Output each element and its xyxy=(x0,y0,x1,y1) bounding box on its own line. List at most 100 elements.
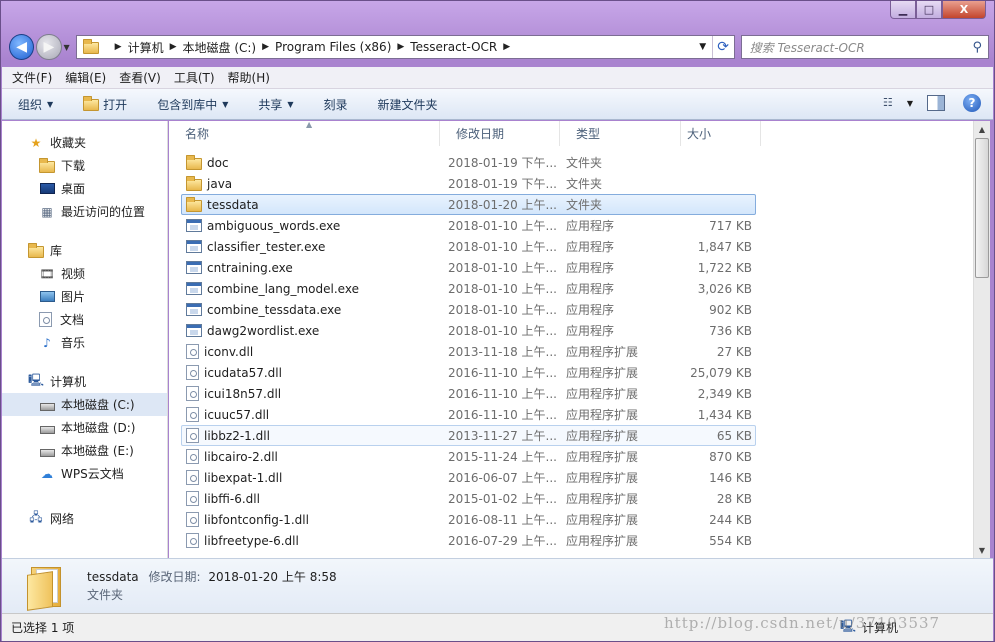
sort-ascending-icon: ▲ xyxy=(306,121,313,129)
sidebar-item-recent-places[interactable]: ▦ 最近访问的位置 xyxy=(2,200,167,223)
table-row[interactable]: libfreetype-6.dll 2016-07-29 上午... 应用程序扩展 5… xyxy=(181,530,756,551)
menu-file[interactable]: 文件(F) xyxy=(12,69,52,86)
help-icon[interactable]: ? xyxy=(963,94,981,112)
file-type: 文件夹 xyxy=(566,177,603,191)
details-pane: tessdata 修改日期: 2018-01-20 上午 8:58 文件夹 xyxy=(2,558,993,613)
search-input[interactable]: 搜索 Tesseract-OCR xyxy=(750,39,865,56)
table-row[interactable]: libbz2-1.dll 2013-11-27 上午... 应用程序扩展 65 KB xyxy=(181,425,756,446)
breadcrumb-separator-icon[interactable]: ▶ xyxy=(262,42,269,52)
sidebar-item-pictures[interactable]: 图片 xyxy=(2,285,167,308)
new-folder-button[interactable]: 新建文件夹 xyxy=(378,96,438,113)
close-button[interactable]: X xyxy=(942,1,986,19)
column-header-name[interactable]: 名称 ▲ xyxy=(169,121,440,146)
table-row[interactable]: classifier_tester.exe 2018-01-10 上午... 应用程… xyxy=(181,236,756,257)
sidebar-item-documents[interactable]: 文档 xyxy=(2,308,167,331)
menu-help[interactable]: 帮助(H) xyxy=(228,69,270,86)
menu-view[interactable]: 查看(V) xyxy=(119,69,161,86)
breadcrumb-program-files[interactable]: Program Files (x86) xyxy=(275,40,391,54)
vertical-scrollbar[interactable]: ▲ ▼ xyxy=(973,121,990,558)
sidebar-item-local-disk-d[interactable]: 本地磁盘 (D:) xyxy=(2,416,167,439)
sidebar-item-desktop[interactable]: 桌面 xyxy=(2,177,167,200)
breadcrumb-local-disk-c[interactable]: 本地磁盘 (C:) xyxy=(183,39,257,56)
sidebar-item-wps-cloud[interactable]: ☁ WPS云文档 xyxy=(2,462,167,485)
file-name: libbz2-1.dll xyxy=(204,428,270,443)
column-headers: 名称 ▲ 修改日期 类型 大小 xyxy=(169,121,973,146)
sidebar-item-libraries[interactable]: 库 xyxy=(2,239,167,262)
file-type: 应用程序 xyxy=(566,303,615,317)
minimize-button[interactable]: ▁ xyxy=(890,1,916,19)
table-row[interactable]: libexpat-1.dll 2016-06-07 上午... 应用程序扩展 146 … xyxy=(181,467,756,488)
sidebar-item-videos[interactable]: 🎞 视频 xyxy=(2,262,167,285)
table-row[interactable]: tessdata 2018-01-20 上午... 文件夹 xyxy=(181,194,756,215)
file-list-view: 名称 ▲ 修改日期 类型 大小 doc 2018-01-19 下午... 文件夹 ja… xyxy=(169,121,973,558)
application-icon xyxy=(186,303,202,316)
file-name: ambiguous_words.exe xyxy=(207,218,341,233)
table-row[interactable]: icuuc57.dll 2016-11-10 上午... 应用程序扩展 1,434 K… xyxy=(181,404,756,425)
search-box[interactable]: 搜索 Tesseract-OCR ⚲ xyxy=(740,35,989,59)
view-options-icon[interactable]: ☷ xyxy=(883,96,901,110)
scroll-up-icon[interactable]: ▲ xyxy=(974,121,990,137)
table-row[interactable]: dawg2wordlist.exe 2018-01-10 上午... 应用程序 736… xyxy=(181,320,756,341)
table-row[interactable]: libfontconfig-1.dll 2016-08-11 上午... 应用程序扩… xyxy=(181,509,756,530)
videos-label: 视频 xyxy=(61,267,86,281)
file-type: 应用程序 xyxy=(566,324,615,338)
sidebar-item-local-disk-c[interactable]: 本地磁盘 (C:) xyxy=(2,393,167,416)
open-button[interactable]: 打开 xyxy=(83,96,127,113)
share-button[interactable]: 共享 ▼ xyxy=(258,96,293,113)
preview-pane-icon[interactable] xyxy=(927,95,945,111)
sidebar-item-local-disk-e[interactable]: 本地磁盘 (E:) xyxy=(2,439,167,462)
file-date: 2016-11-10 上午... xyxy=(448,366,557,380)
sidebar-item-favorites[interactable]: ★ 收藏夹 xyxy=(2,131,167,154)
column-header-date[interactable]: 修改日期 xyxy=(440,121,560,146)
breadcrumb-separator-icon[interactable]: ▶ xyxy=(170,42,177,52)
breadcrumb: ▶ 计算机 ▶ 本地磁盘 (C:) ▶ Program Files (x86) … xyxy=(109,39,517,56)
breadcrumb-separator-icon[interactable]: ▶ xyxy=(397,42,404,52)
table-row[interactable]: ambiguous_words.exe 2018-01-10 上午... 应用程序 7… xyxy=(181,215,756,236)
file-name: icui18n57.dll xyxy=(204,386,282,401)
network-group: 🖧 网络 xyxy=(2,507,167,530)
back-button[interactable]: ◀ xyxy=(9,34,35,60)
scroll-down-icon[interactable]: ▼ xyxy=(974,542,990,558)
recent-places-icon: ▦ xyxy=(41,204,53,219)
address-bar[interactable]: ▶ 计算机 ▶ 本地磁盘 (C:) ▶ Program Files (x86) … xyxy=(75,35,735,59)
maximize-button[interactable]: □ xyxy=(916,1,942,19)
refresh-icon[interactable]: ⟳ xyxy=(711,36,734,58)
table-row[interactable]: libcairo-2.dll 2015-11-24 上午... 应用程序扩展 870 … xyxy=(181,446,756,467)
menu-tools[interactable]: 工具(T) xyxy=(174,69,215,86)
sidebar-item-network[interactable]: 🖧 网络 xyxy=(2,507,167,530)
include-in-library-button[interactable]: 包含到库中 ▼ xyxy=(157,96,228,113)
address-dropdown-icon[interactable]: ▼ xyxy=(694,42,712,52)
sidebar-item-downloads[interactable]: 下载 xyxy=(2,154,167,177)
breadcrumb-tesseract-ocr[interactable]: Tesseract-OCR xyxy=(410,40,497,54)
table-row[interactable]: libffi-6.dll 2015-01-02 上午... 应用程序扩展 28 KB xyxy=(181,488,756,509)
table-row[interactable]: combine_tessdata.exe 2018-01-10 上午... 应用程序… xyxy=(181,299,756,320)
column-header-type[interactable]: 类型 xyxy=(560,121,681,146)
table-row[interactable]: iconv.dll 2013-11-18 上午... 应用程序扩展 27 KB xyxy=(181,341,756,362)
file-name-cell: combine_tessdata.exe xyxy=(182,303,446,317)
sidebar-item-music[interactable]: ♪ 音乐 xyxy=(2,331,167,354)
file-name: icudata57.dll xyxy=(204,365,282,380)
column-header-size[interactable]: 大小 xyxy=(681,121,761,146)
table-row[interactable]: combine_lang_model.exe 2018-01-10 上午... 应用… xyxy=(181,278,756,299)
organize-button[interactable]: 组织 ▼ xyxy=(18,96,53,113)
view-dropdown-icon[interactable]: ▼ xyxy=(907,99,913,108)
sidebar-item-computer[interactable]: 🖳 计算机 xyxy=(2,370,167,393)
table-row[interactable]: java 2018-01-19 下午... 文件夹 xyxy=(181,173,756,194)
computer-icon: 🖳 xyxy=(28,373,45,387)
search-icon[interactable]: ⚲ xyxy=(972,40,982,55)
breadcrumb-separator-icon[interactable]: ▶ xyxy=(115,42,122,52)
local-disk-c-label: 本地磁盘 (C:) xyxy=(61,398,135,412)
file-name: libfreetype-6.dll xyxy=(204,533,299,548)
scrollbar-thumb[interactable] xyxy=(975,138,989,278)
breadcrumb-computer[interactable]: 计算机 xyxy=(128,39,164,56)
history-dropdown-icon[interactable]: ▼ xyxy=(64,43,70,52)
breadcrumb-separator-icon[interactable]: ▶ xyxy=(503,42,510,52)
navigation-row: ◀ ▶ ▼ ▶ 计算机 ▶ 本地磁盘 (C:) ▶ Program Files … xyxy=(9,31,989,63)
table-row[interactable]: icudata57.dll 2016-11-10 上午... 应用程序扩展 25,07… xyxy=(181,362,756,383)
table-row[interactable]: cntraining.exe 2018-01-10 上午... 应用程序 1,722 … xyxy=(181,257,756,278)
table-row[interactable]: icui18n57.dll 2016-11-10 上午... 应用程序扩展 2,349… xyxy=(181,383,756,404)
forward-button[interactable]: ▶ xyxy=(36,34,62,60)
table-row[interactable]: doc 2018-01-19 下午... 文件夹 xyxy=(181,152,756,173)
menu-edit[interactable]: 编辑(E) xyxy=(65,69,106,86)
burn-button[interactable]: 刻录 xyxy=(324,96,348,113)
